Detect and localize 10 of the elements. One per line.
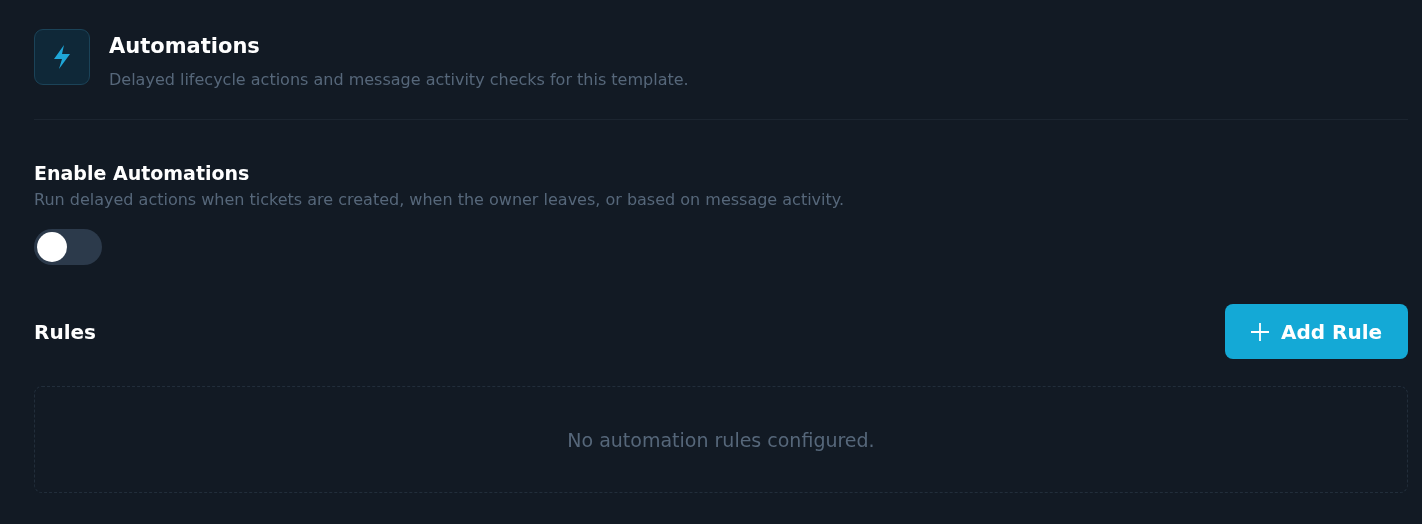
- setting-label: Enable Automations: [34, 162, 251, 184]
- section-subtitle: Delayed lifecycle actions and message activity checks for this template.: [109, 70, 689, 89]
- plus-icon: [1250, 322, 1269, 341]
- setting-description: Run delayed actions when tickets are created, when the owner leaves, or based on message activity.: [34, 190, 846, 209]
- rules-heading: Rules: [34, 319, 96, 344]
- add-rule-button[interactable]: Add Rule: [1225, 304, 1408, 359]
- lightning-icon: [52, 44, 72, 70]
- toggle-switch[interactable]: [34, 229, 102, 265]
- section-title: Automations: [109, 34, 261, 58]
- empty-state-text: No automation rules configured.: [567, 428, 875, 451]
